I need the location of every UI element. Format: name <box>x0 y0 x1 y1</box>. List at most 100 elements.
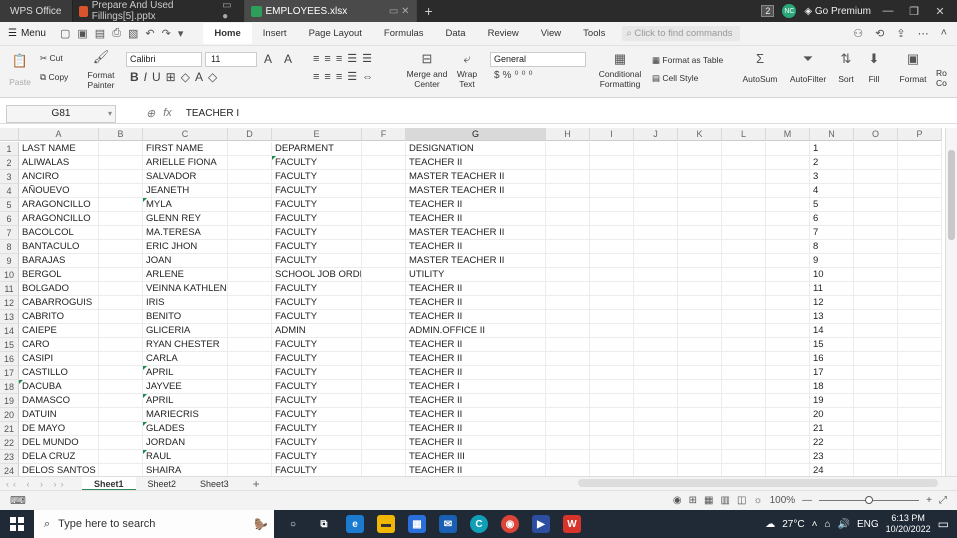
cell-d[interactable] <box>228 450 272 464</box>
store-icon[interactable]: ▦ <box>408 515 426 533</box>
cell-p[interactable] <box>898 282 942 296</box>
cell-b[interactable] <box>99 394 143 408</box>
more-options-icon[interactable]: ⋯ <box>918 27 929 40</box>
cell-b[interactable] <box>99 170 143 184</box>
font-size-adjust[interactable]: A A <box>264 52 297 66</box>
column-header-e[interactable]: E <box>272 128 362 141</box>
cell-o[interactable] <box>854 296 898 310</box>
cell-m[interactable] <box>766 450 810 464</box>
cell-b[interactable] <box>99 212 143 226</box>
cell-h[interactable] <box>546 380 590 394</box>
cell-l[interactable] <box>722 422 766 436</box>
zoom-slider[interactable] <box>819 496 920 504</box>
window-count-badge[interactable]: 2 <box>761 5 775 17</box>
column-header-p[interactable]: P <box>898 128 942 141</box>
cell-f[interactable] <box>362 198 406 212</box>
cell-p[interactable] <box>898 394 942 408</box>
cell-p[interactable] <box>898 408 942 422</box>
cell-c[interactable]: APRIL <box>143 366 228 380</box>
cell-c[interactable]: RYAN CHESTER <box>143 338 228 352</box>
cell-n[interactable]: 11 <box>810 282 854 296</box>
tab-presentation[interactable]: Prepare And Used Fillings[5].pptx ▭ ● <box>73 0 245 22</box>
find-commands-input[interactable]: ⌕ Click to find commands <box>622 26 741 41</box>
cell-o[interactable] <box>854 142 898 156</box>
cell-n[interactable]: 23 <box>810 450 854 464</box>
cell-k[interactable] <box>678 268 722 282</box>
cell-d[interactable] <box>228 380 272 394</box>
cell-n[interactable]: 13 <box>810 310 854 324</box>
font-format-row[interactable]: BIU⊞◇A◇ <box>130 70 222 84</box>
cell-i[interactable] <box>590 380 634 394</box>
cell-f[interactable] <box>362 156 406 170</box>
sheet-tab-2[interactable]: Sheet2 <box>136 479 189 489</box>
wrap-text-button[interactable]: ⤶ Wrap Text <box>452 52 482 90</box>
cell-a[interactable]: DE MAYO <box>19 422 99 436</box>
cell-b[interactable] <box>99 184 143 198</box>
cell-k[interactable] <box>678 408 722 422</box>
cell-h[interactable] <box>546 408 590 422</box>
cell-g[interactable]: TEACHER III <box>406 450 546 464</box>
cell-g[interactable]: TEACHER II <box>406 436 546 450</box>
cell-o[interactable] <box>854 352 898 366</box>
cell-d[interactable] <box>228 198 272 212</box>
cell-o[interactable] <box>854 170 898 184</box>
cell-p[interactable] <box>898 338 942 352</box>
cell-k[interactable] <box>678 184 722 198</box>
tab-close-icon[interactable]: ▭ ✕ <box>389 6 410 17</box>
cell-k[interactable] <box>678 450 722 464</box>
column-header-m[interactable]: M <box>766 128 810 141</box>
cell-o[interactable] <box>854 380 898 394</box>
avatar[interactable]: NC <box>782 4 797 18</box>
cell-b[interactable] <box>99 142 143 156</box>
cell-k[interactable] <box>678 296 722 310</box>
cell-n[interactable]: 1 <box>810 142 854 156</box>
cell-m[interactable] <box>766 366 810 380</box>
cell-a[interactable]: BERGOL <box>19 268 99 282</box>
cell-g[interactable]: TEACHER II <box>406 338 546 352</box>
tab-page-layout[interactable]: Page Layout <box>298 23 373 44</box>
cell-i[interactable] <box>590 282 634 296</box>
cell-b[interactable] <box>99 198 143 212</box>
cell-d[interactable] <box>228 310 272 324</box>
cell-j[interactable] <box>634 268 678 282</box>
vertical-scroll-thumb[interactable] <box>948 150 955 240</box>
cell-k[interactable] <box>678 324 722 338</box>
cell-c[interactable]: IRIS <box>143 296 228 310</box>
cell-o[interactable] <box>854 198 898 212</box>
cell-e[interactable]: FACULTY <box>272 240 362 254</box>
weather-icon[interactable]: ☁ <box>765 519 775 530</box>
cell-e[interactable]: FACULTY <box>272 464 362 476</box>
cell-n[interactable]: 20 <box>810 408 854 422</box>
cell-a[interactable]: BACOLCOL <box>19 226 99 240</box>
column-header-b[interactable]: B <box>99 128 143 141</box>
cell-b[interactable] <box>99 296 143 310</box>
cell-c[interactable]: CARLA <box>143 352 228 366</box>
cell-o[interactable] <box>854 338 898 352</box>
cell-f[interactable] <box>362 422 406 436</box>
row-header[interactable]: 13 <box>0 310 19 324</box>
cell-b[interactable] <box>99 408 143 422</box>
cell-o[interactable] <box>854 240 898 254</box>
cell-g[interactable]: MASTER TEACHER II <box>406 254 546 268</box>
cell-c[interactable]: BENITO <box>143 310 228 324</box>
cell-m[interactable] <box>766 198 810 212</box>
cell-l[interactable] <box>722 156 766 170</box>
cell-j[interactable] <box>634 156 678 170</box>
cell-b[interactable] <box>99 464 143 476</box>
cell-c[interactable]: ERIC JHON <box>143 240 228 254</box>
cell-e[interactable]: FACULTY <box>272 380 362 394</box>
cell-c[interactable]: RAUL <box>143 450 228 464</box>
cell-e[interactable]: FACULTY <box>272 366 362 380</box>
cell-f[interactable] <box>362 254 406 268</box>
redo-icon[interactable]: ↷ <box>162 27 171 40</box>
cell-f[interactable] <box>362 464 406 476</box>
cell-c[interactable]: MA.TERESA <box>143 226 228 240</box>
conditional-formatting-button[interactable]: ▦ Conditional Formatting <box>596 52 644 90</box>
cell-f[interactable] <box>362 184 406 198</box>
row-header[interactable]: 11 <box>0 282 19 296</box>
cell-e[interactable]: FACULTY <box>272 450 362 464</box>
autosum-button[interactable]: Σ AutoSum <box>740 52 780 85</box>
number-format-row[interactable]: $%⁰⁰⁰ <box>494 70 535 81</box>
cell-m[interactable] <box>766 338 810 352</box>
tab-review[interactable]: Review <box>477 23 530 44</box>
